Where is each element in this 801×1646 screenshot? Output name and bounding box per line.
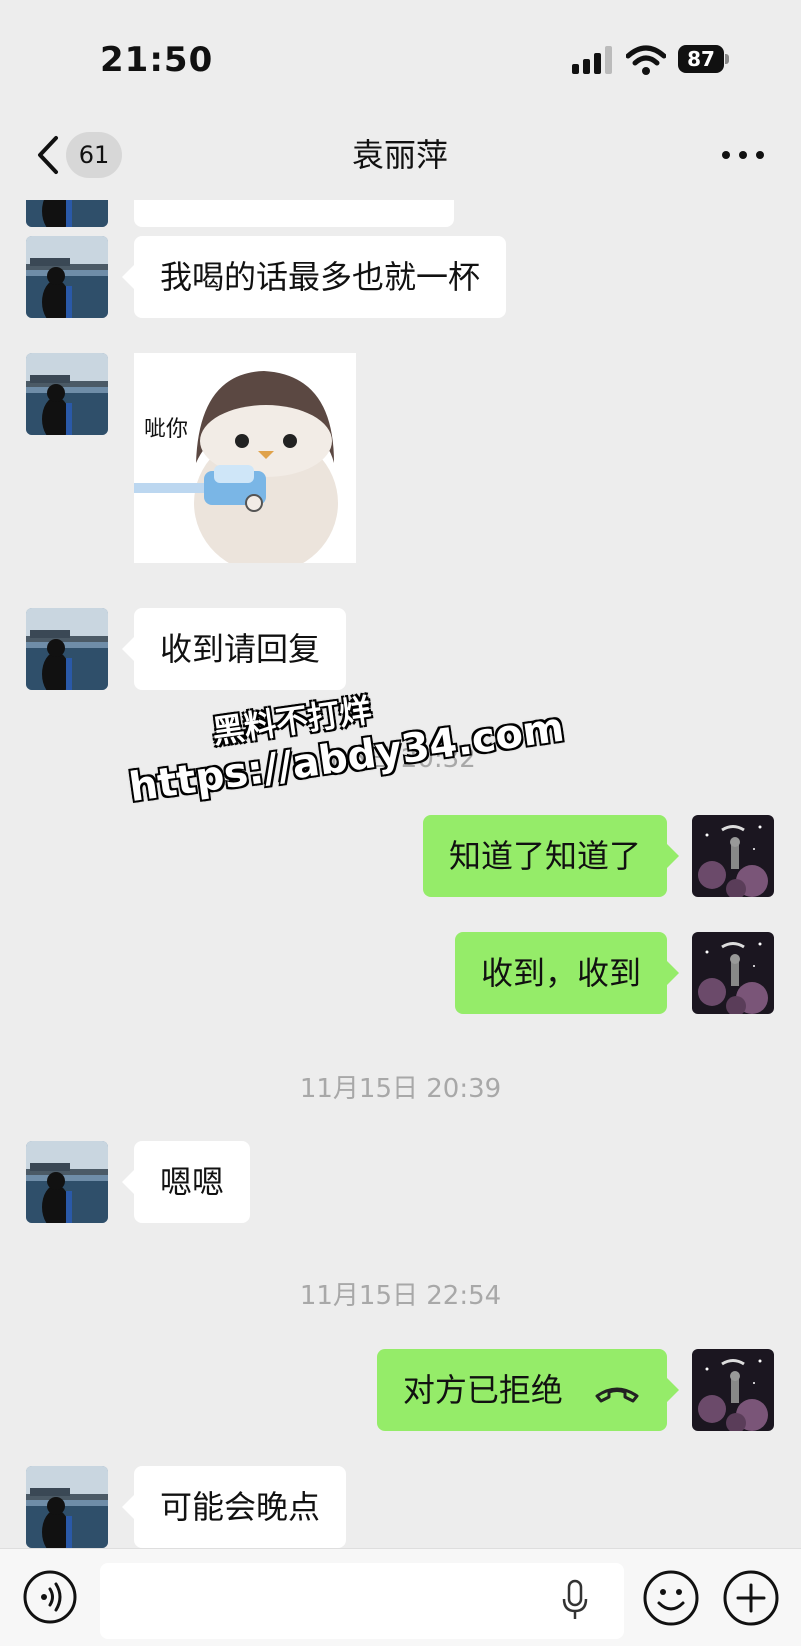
avatar[interactable]	[692, 1349, 774, 1431]
avatar[interactable]	[26, 200, 108, 227]
message-list[interactable]: 我喝的话最多也就一杯 呲你 收到请回复 1 5日 20:32 知道了知道了 收到…	[0, 200, 801, 1548]
status-time: 21:50	[100, 40, 214, 80]
more-dots-icon[interactable]	[718, 140, 768, 170]
avatar[interactable]	[26, 353, 108, 435]
battery-icon: 87	[678, 45, 729, 73]
call-declined-bubble[interactable]: 对方已拒绝	[376, 1349, 680, 1431]
wifi-icon	[626, 45, 666, 75]
avatar[interactable]	[26, 1141, 108, 1223]
page-title: 袁丽萍	[351, 136, 448, 174]
sticker-caption: 呲你	[144, 417, 189, 442]
sticker-image[interactable]: 呲你	[134, 353, 356, 563]
timestamp: 11月15日 22:54	[299, 1281, 502, 1311]
status-bar: 21:50 87	[0, 0, 801, 110]
avatar[interactable]	[26, 608, 108, 690]
timestamp: 11月15日 20:39	[299, 1074, 502, 1104]
emoji-icon[interactable]	[642, 1569, 700, 1627]
plus-icon[interactable]	[722, 1569, 780, 1627]
call-status-text: 对方已拒绝	[402, 1371, 563, 1409]
message-bubble[interactable]	[134, 200, 454, 227]
signal-icon	[572, 46, 612, 74]
message-bubble[interactable]: 嗯嗯	[121, 1141, 251, 1223]
chat-header: 61 袁丽萍	[0, 110, 801, 200]
battery-level: 87	[678, 45, 724, 73]
penguin-sticker	[134, 353, 356, 563]
message-bubble[interactable]: 我喝的话最多也就一杯	[121, 236, 507, 318]
message-input[interactable]	[100, 1563, 624, 1639]
message-bubble[interactable]: 收到请回复	[121, 608, 347, 690]
unread-count-badge[interactable]: 61	[66, 132, 122, 178]
message-bubble[interactable]: 收到，收到	[454, 932, 680, 1014]
avatar[interactable]	[692, 932, 774, 1014]
voice-icon[interactable]	[22, 1569, 78, 1625]
message-bubble[interactable]: 可能会晚点	[121, 1466, 347, 1548]
microphone-icon[interactable]	[560, 1579, 590, 1621]
avatar[interactable]	[26, 1466, 108, 1548]
avatar[interactable]	[26, 236, 108, 318]
avatar[interactable]	[692, 815, 774, 897]
chevron-left-icon[interactable]	[30, 130, 66, 180]
input-bar	[0, 1548, 801, 1646]
phone-declined-icon	[595, 1387, 639, 1403]
message-bubble[interactable]: 知道了知道了	[422, 815, 680, 897]
